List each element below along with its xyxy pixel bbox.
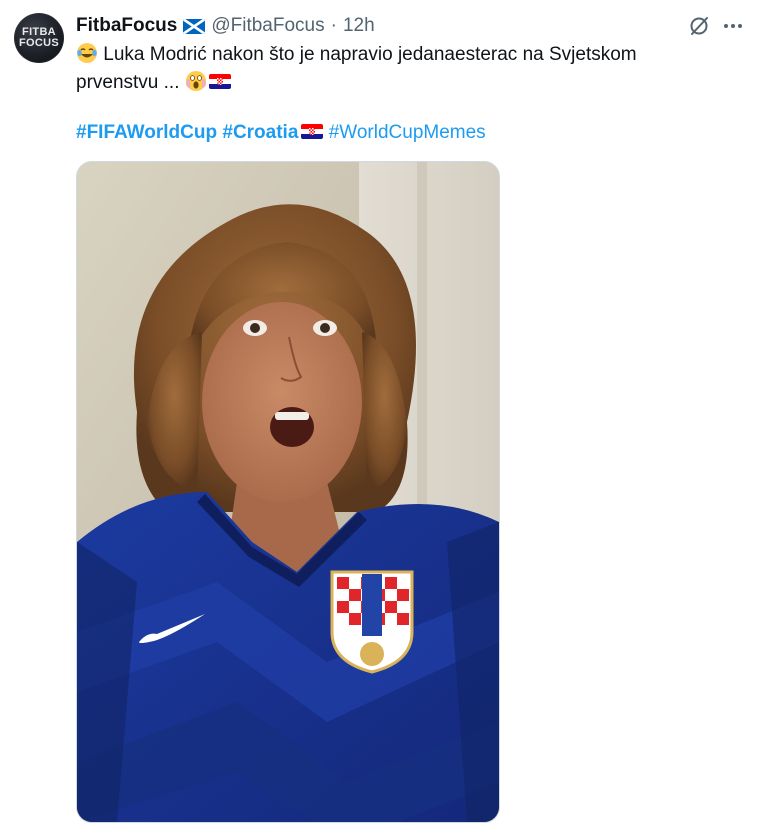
- avatar-text-line2: FOCUS: [19, 37, 59, 49]
- tweet-text-line1-content: Luka Modrić nakon što je napravio jedana…: [98, 44, 637, 65]
- hashtag-line: #FIFAWorldCup #Croatia #WorldCupMemes: [76, 119, 486, 147]
- hashtag-fifaworldcup[interactable]: #FIFAWorldCup: [76, 122, 217, 143]
- screaming-emoji-icon: [185, 71, 206, 91]
- tweet-media-image[interactable]: [76, 161, 500, 823]
- meme-photo: [77, 162, 499, 822]
- tweet-header: FitbaFocus @FitbaFocus · 12h: [76, 14, 375, 38]
- avatar[interactable]: FITBA FOCUS: [14, 13, 64, 63]
- tweet-text-line2-content: prvenstvu ...: [76, 72, 185, 93]
- grok-icon[interactable]: [688, 15, 710, 37]
- scotland-flag-icon: [183, 18, 206, 34]
- laughing-emoji-icon: [77, 43, 97, 63]
- display-name[interactable]: FitbaFocus: [76, 15, 177, 37]
- hashtag-croatia[interactable]: #Croatia: [222, 122, 298, 143]
- separator-dot: ·: [330, 15, 337, 36]
- tweet-text-line1: Luka Modrić nakon što je napravio jedana…: [76, 41, 736, 69]
- tweet-text-line2: prvenstvu ...: [76, 69, 736, 97]
- croatia-flag-icon: [208, 74, 231, 89]
- timestamp[interactable]: 12h: [343, 15, 375, 37]
- croatia-flag-icon: [301, 124, 324, 139]
- tweet-text: Luka Modrić nakon što je napravio jedana…: [76, 41, 736, 97]
- user-handle[interactable]: @FitbaFocus: [211, 15, 324, 37]
- hashtag-worldcupmemes[interactable]: #WorldCupMemes: [329, 122, 486, 143]
- more-icon[interactable]: [722, 15, 744, 37]
